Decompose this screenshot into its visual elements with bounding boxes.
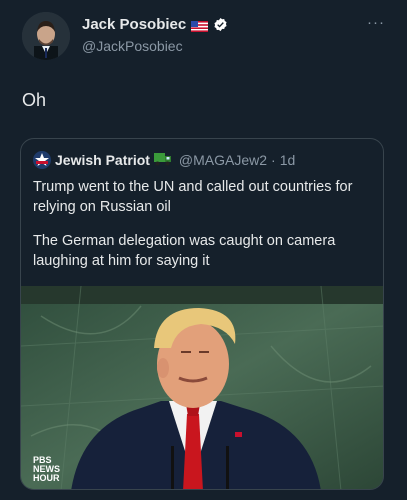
author-display-name[interactable]: Jack Posobiec xyxy=(82,16,186,33)
quoted-display-name[interactable]: Jewish Patriot xyxy=(55,152,150,168)
quoted-avatar[interactable] xyxy=(33,151,51,169)
video-frame xyxy=(21,286,383,489)
quoted-paragraph: The German delegation was caught on came… xyxy=(33,233,336,269)
author-avatar[interactable] xyxy=(22,12,70,60)
watermark-line: HOUR xyxy=(33,473,60,483)
author-name-row: Jack Posobiec xyxy=(82,16,228,33)
quoted-handle[interactable]: @MAGAJew2 xyxy=(179,152,267,168)
tweet: Jack Posobiec @JackPosobiec ··· Oh Jewis… xyxy=(0,0,407,500)
quoted-video[interactable]: PBS NEWS HOUR xyxy=(21,286,383,489)
quoted-tweet[interactable]: Jewish Patriot @MAGAJew2 · 1d Trump went… xyxy=(20,138,384,490)
more-options-icon[interactable]: ··· xyxy=(367,14,385,31)
verified-badge-icon xyxy=(213,17,228,32)
us-flag-icon xyxy=(191,19,209,32)
quoted-separator: · xyxy=(271,152,276,168)
author-handle[interactable]: @JackPosobiec xyxy=(82,38,183,54)
quoted-timestamp[interactable]: 1d xyxy=(280,152,296,168)
truck-emoji-icon xyxy=(153,152,172,169)
quoted-tweet-header: Jewish Patriot @MAGAJew2 · 1d xyxy=(33,151,295,169)
quoted-tweet-text: Trump went to the UN and called out coun… xyxy=(33,177,373,285)
quoted-paragraph: Trump went to the UN and called out coun… xyxy=(33,179,353,215)
tweet-text: Oh xyxy=(22,90,47,110)
pbs-newshour-watermark: PBS NEWS HOUR xyxy=(33,456,60,483)
